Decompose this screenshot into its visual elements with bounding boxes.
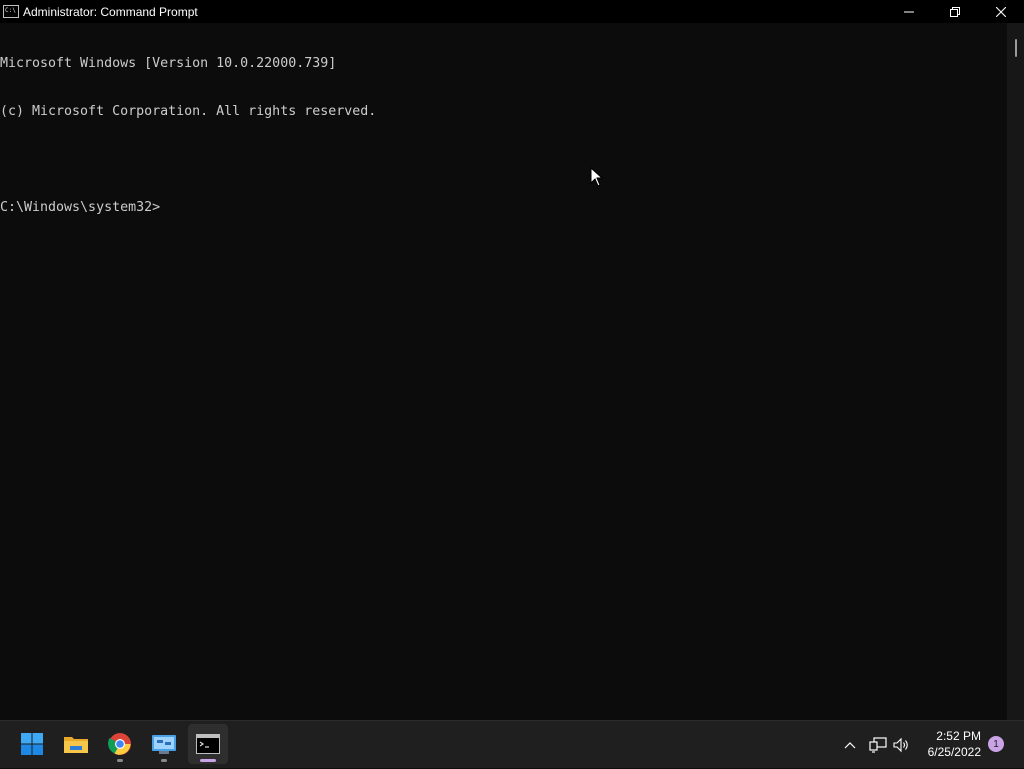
network-icon [869, 737, 887, 753]
running-indicator [117, 759, 123, 762]
close-icon [996, 6, 1006, 17]
taskbar-file-explorer[interactable] [56, 724, 96, 764]
vertical-scrollbar[interactable] [1007, 23, 1024, 720]
close-button[interactable] [978, 0, 1024, 23]
console-line-version: Microsoft Windows [Version 10.0.22000.73… [0, 56, 337, 71]
mouse-pointer-icon [590, 167, 604, 187]
taskbar: 2:52 PM 6/25/2022 [0, 720, 1024, 768]
speaker-icon [893, 737, 908, 753]
show-hidden-icons-button[interactable] [838, 721, 862, 769]
console-output[interactable]: Microsoft Windows [Version 10.0.22000.73… [0, 23, 1005, 721]
command-prompt-line[interactable]: C:\Windows\system32> [0, 200, 1005, 216]
taskbar-control-panel[interactable] [144, 724, 184, 764]
volume-button[interactable] [890, 721, 914, 769]
restore-icon [950, 6, 960, 17]
console-line-copyright: (c) Microsoft Corporation. All rights re… [0, 104, 377, 119]
cmd-icon [3, 5, 19, 18]
window-controls [886, 0, 1024, 23]
taskbar-clock[interactable]: 2:52 PM 6/25/2022 [928, 728, 981, 760]
minimize-icon [904, 11, 914, 12]
cmd-icon [196, 734, 220, 754]
network-button[interactable] [866, 721, 890, 769]
title-bar[interactable]: Administrator: Command Prompt [0, 0, 1024, 23]
start-button[interactable] [12, 724, 52, 764]
taskbar-chrome[interactable] [100, 724, 140, 764]
windows-logo-icon [21, 733, 43, 755]
control-panel-icon [152, 735, 176, 754]
restore-button[interactable] [932, 0, 978, 23]
running-indicator [161, 759, 167, 762]
scrollbar-thumb[interactable] [1015, 39, 1017, 57]
window-title: Administrator: Command Prompt [23, 4, 198, 19]
taskbar-command-prompt[interactable] [188, 724, 228, 764]
chrome-icon [108, 733, 131, 755]
chevron-up-icon [844, 742, 856, 749]
clock-date: 6/25/2022 [927, 745, 981, 759]
active-indicator [200, 759, 216, 762]
folder-icon [64, 737, 88, 753]
command-prompt-window: Administrator: Command Prompt Microsoft … [0, 0, 1024, 721]
clock-time: 2:52 PM [936, 729, 981, 743]
notification-badge[interactable]: 1 [988, 736, 1004, 752]
minimize-button[interactable] [886, 0, 932, 23]
